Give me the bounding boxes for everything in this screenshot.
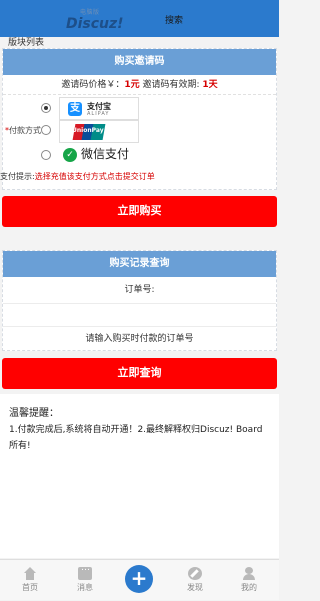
- radio-alipay[interactable]: [41, 103, 51, 113]
- logo-subtitle: 电脑版: [80, 9, 100, 16]
- message-icon: [78, 563, 92, 580]
- notice-box: 温馨提醒： 1.付款完成后,系统将自动开通！2.最终解释权归Discuz! Bo…: [0, 394, 279, 558]
- wechat-pay-label[interactable]: 微信支付: [81, 145, 129, 162]
- tip-message: 选择充值该支付方式点击提交订单: [34, 172, 155, 181]
- tab-discover-label: 发现: [187, 583, 203, 592]
- notice-title: 温馨提醒：: [9, 408, 59, 419]
- unionpay-option[interactable]: UnionPay: [59, 120, 139, 143]
- valid-value: 1天: [202, 80, 218, 90]
- unionpay-name: UnionPay: [72, 127, 104, 134]
- tab-home-label: 首页: [22, 583, 38, 592]
- buy-panel-title: 购买邀请码: [3, 49, 276, 75]
- alipay-sub: ALIPAY: [87, 111, 110, 117]
- tab-home[interactable]: 首页: [5, 560, 55, 601]
- tab-messages[interactable]: 消息: [60, 560, 110, 601]
- query-panel-title: 购买记录查询: [3, 251, 276, 277]
- price-row: 邀请码价格￥：1元 邀请码有效期: 1天: [3, 75, 276, 95]
- radio-unionpay[interactable]: [41, 125, 51, 135]
- order-number-label: 订单号:: [124, 285, 155, 295]
- price-prefix: 邀请码价格￥：: [61, 80, 125, 90]
- post-button[interactable]: +: [125, 565, 153, 593]
- user-icon: [242, 567, 256, 580]
- bottom-tab-bar: 首页 消息 + 发现 我的: [0, 559, 279, 600]
- valid-prefix: 邀请码有效期:: [142, 80, 200, 90]
- notice-body: 1.付款完成后,系统将自动开通！2.最终解释权归Discuz! Board所有!: [9, 425, 263, 451]
- order-number-input[interactable]: [3, 303, 276, 327]
- tab-messages-label: 消息: [77, 583, 93, 592]
- tab-discover[interactable]: 发现: [170, 560, 220, 601]
- payment-method-label: *付款方式: [5, 126, 41, 135]
- top-bar: 电脑版 Discuz! 搜索: [0, 0, 279, 37]
- alipay-option[interactable]: 支 支付宝 ALIPAY: [59, 97, 139, 120]
- logo-text: Discuz!: [66, 16, 124, 32]
- price-value: 1元: [124, 80, 140, 90]
- tip-prefix: 支付提示:: [0, 172, 35, 181]
- payment-tip: 支付提示:选择充值该支付方式点击提交订单: [0, 171, 155, 182]
- query-now-button[interactable]: 立即查询: [2, 358, 277, 389]
- purchase-query-panel: 购买记录查询 订单号: 请输入购买时付款的订单号: [2, 250, 277, 351]
- compass-icon: [188, 567, 202, 580]
- tab-me-label: 我的: [241, 583, 257, 592]
- order-number-hint: 请输入购买时付款的订单号: [85, 334, 194, 344]
- home-icon: [23, 567, 37, 580]
- tab-me[interactable]: 我的: [224, 560, 274, 601]
- search-link[interactable]: 搜索: [165, 13, 183, 26]
- alipay-icon: 支: [68, 102, 82, 116]
- radio-wechat[interactable]: [41, 150, 51, 160]
- buy-now-button[interactable]: 立即购买: [2, 196, 277, 227]
- payment-methods: *付款方式 支 支付宝 ALIPAY UnionPay ✓ 微信支付: [3, 95, 276, 165]
- site-logo[interactable]: 电脑版 Discuz!: [64, 5, 128, 35]
- wechat-icon: ✓: [63, 148, 77, 162]
- buy-invite-panel: 购买邀请码 邀请码价格￥：1元 邀请码有效期: 1天 *付款方式 支 支付宝 A…: [2, 48, 277, 190]
